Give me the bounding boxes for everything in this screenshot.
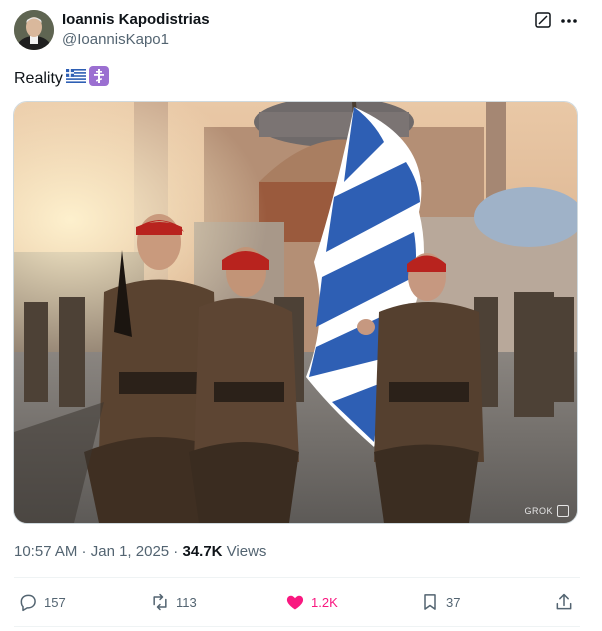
repost-button[interactable]: 113 <box>150 592 197 612</box>
tweet-time[interactable]: 10:57 AM <box>14 543 77 560</box>
author-handle[interactable]: @IoannisKapo1 <box>62 31 169 49</box>
tweet-image[interactable]: GROK <box>13 101 578 524</box>
heart-icon <box>286 595 304 610</box>
share-button[interactable] <box>554 592 574 612</box>
reply-count: 157 <box>44 594 66 610</box>
repost-icon <box>153 593 167 611</box>
grok-watermark: GROK <box>524 505 569 517</box>
like-button[interactable]: 1.2K <box>285 592 338 612</box>
orthodox-cross-emoji <box>88 66 109 92</box>
views-count[interactable]: 34.7K <box>182 543 222 560</box>
greek-flag-emoji <box>65 69 86 89</box>
meta-separator: · <box>77 543 91 560</box>
divider <box>14 577 580 578</box>
avatar[interactable] <box>14 10 54 50</box>
tweet-text: Reality <box>14 66 109 92</box>
tweet-date[interactable]: Jan 1, 2025 <box>91 543 169 560</box>
bookmark-icon <box>424 594 436 610</box>
meta-separator: · <box>169 543 183 560</box>
reply-icon <box>20 594 36 612</box>
repost-count: 113 <box>176 594 197 610</box>
tweet-meta: 10:57 AM · Jan 1, 2025 · 34.7K Views <box>14 543 266 561</box>
author-name[interactable]: Ioannis Kapodistrias <box>62 11 210 29</box>
bookmark-count: 37 <box>446 594 461 610</box>
like-count: 1.2K <box>311 594 338 610</box>
reply-button[interactable]: 157 <box>18 592 66 612</box>
watermark-icon <box>557 505 569 517</box>
watermark-text: GROK <box>524 506 553 516</box>
grok-icon[interactable] <box>535 12 551 28</box>
tweet-body: Reality <box>14 70 63 87</box>
share-icon <box>556 593 572 610</box>
views-label: Views <box>222 543 267 560</box>
bookmark-button[interactable]: 37 <box>420 592 460 612</box>
more-options-icon[interactable] <box>559 12 579 30</box>
divider <box>14 626 580 627</box>
action-bar: 157 113 1.2K 37 <box>0 588 602 616</box>
